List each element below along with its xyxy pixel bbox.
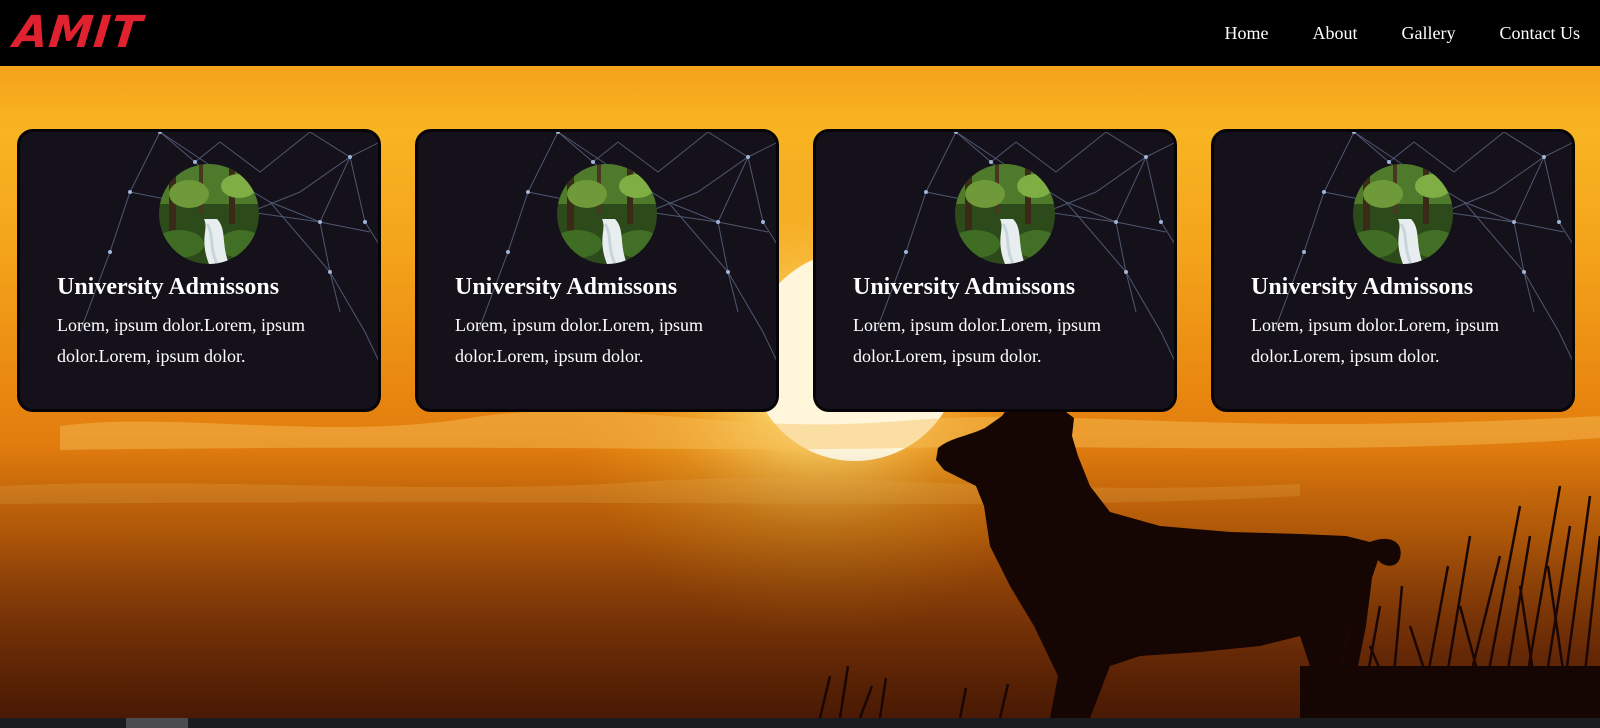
card-university-admissions[interactable]: University Admissons Lorem, ipsum dolor.… — [1211, 129, 1575, 412]
card-university-admissions[interactable]: University Admissons Lorem, ipsum dolor.… — [415, 129, 779, 412]
forest-waterfall-image — [159, 164, 259, 264]
card-text: Lorem, ipsum dolor.Lorem, ipsum dolor.Lo… — [1251, 315, 1499, 366]
nav-link-home[interactable]: Home — [1225, 23, 1269, 44]
hero-section: University Admissons Lorem, ipsum dolor.… — [0, 66, 1600, 718]
nav-link-about[interactable]: About — [1313, 23, 1358, 44]
taskbar-active-item[interactable] — [126, 718, 188, 728]
forest-waterfall-image — [1353, 164, 1453, 264]
taskbar-strip — [0, 718, 1600, 728]
card-text: Lorem, ipsum dolor.Lorem, ipsum dolor.Lo… — [853, 315, 1101, 366]
navbar: AMIT Home About Gallery Contact Us — [0, 0, 1600, 66]
nav-menu: Home About Gallery Contact Us — [1181, 23, 1580, 44]
card-text: Lorem, ipsum dolor.Lorem, ipsum dolor.Lo… — [57, 315, 305, 366]
card-university-admissions[interactable]: University Admissons Lorem, ipsum dolor.… — [813, 129, 1177, 412]
forest-waterfall-image — [557, 164, 657, 264]
nav-link-gallery[interactable]: Gallery — [1402, 23, 1456, 44]
logo[interactable]: AMIT — [11, 7, 145, 58]
card-title: University Admissons — [1251, 274, 1474, 300]
nav-link-contact-us[interactable]: Contact Us — [1500, 23, 1581, 44]
ground-bottom — [1300, 666, 1600, 718]
card-university-admissions[interactable]: University Admissons Lorem, ipsum dolor.… — [17, 129, 381, 412]
forest-waterfall-image — [955, 164, 1055, 264]
card-title: University Admissons — [853, 274, 1076, 300]
card-title: University Admissons — [57, 274, 280, 300]
card-text: Lorem, ipsum dolor.Lorem, ipsum dolor.Lo… — [455, 315, 703, 366]
card-title: University Admissons — [455, 274, 678, 300]
